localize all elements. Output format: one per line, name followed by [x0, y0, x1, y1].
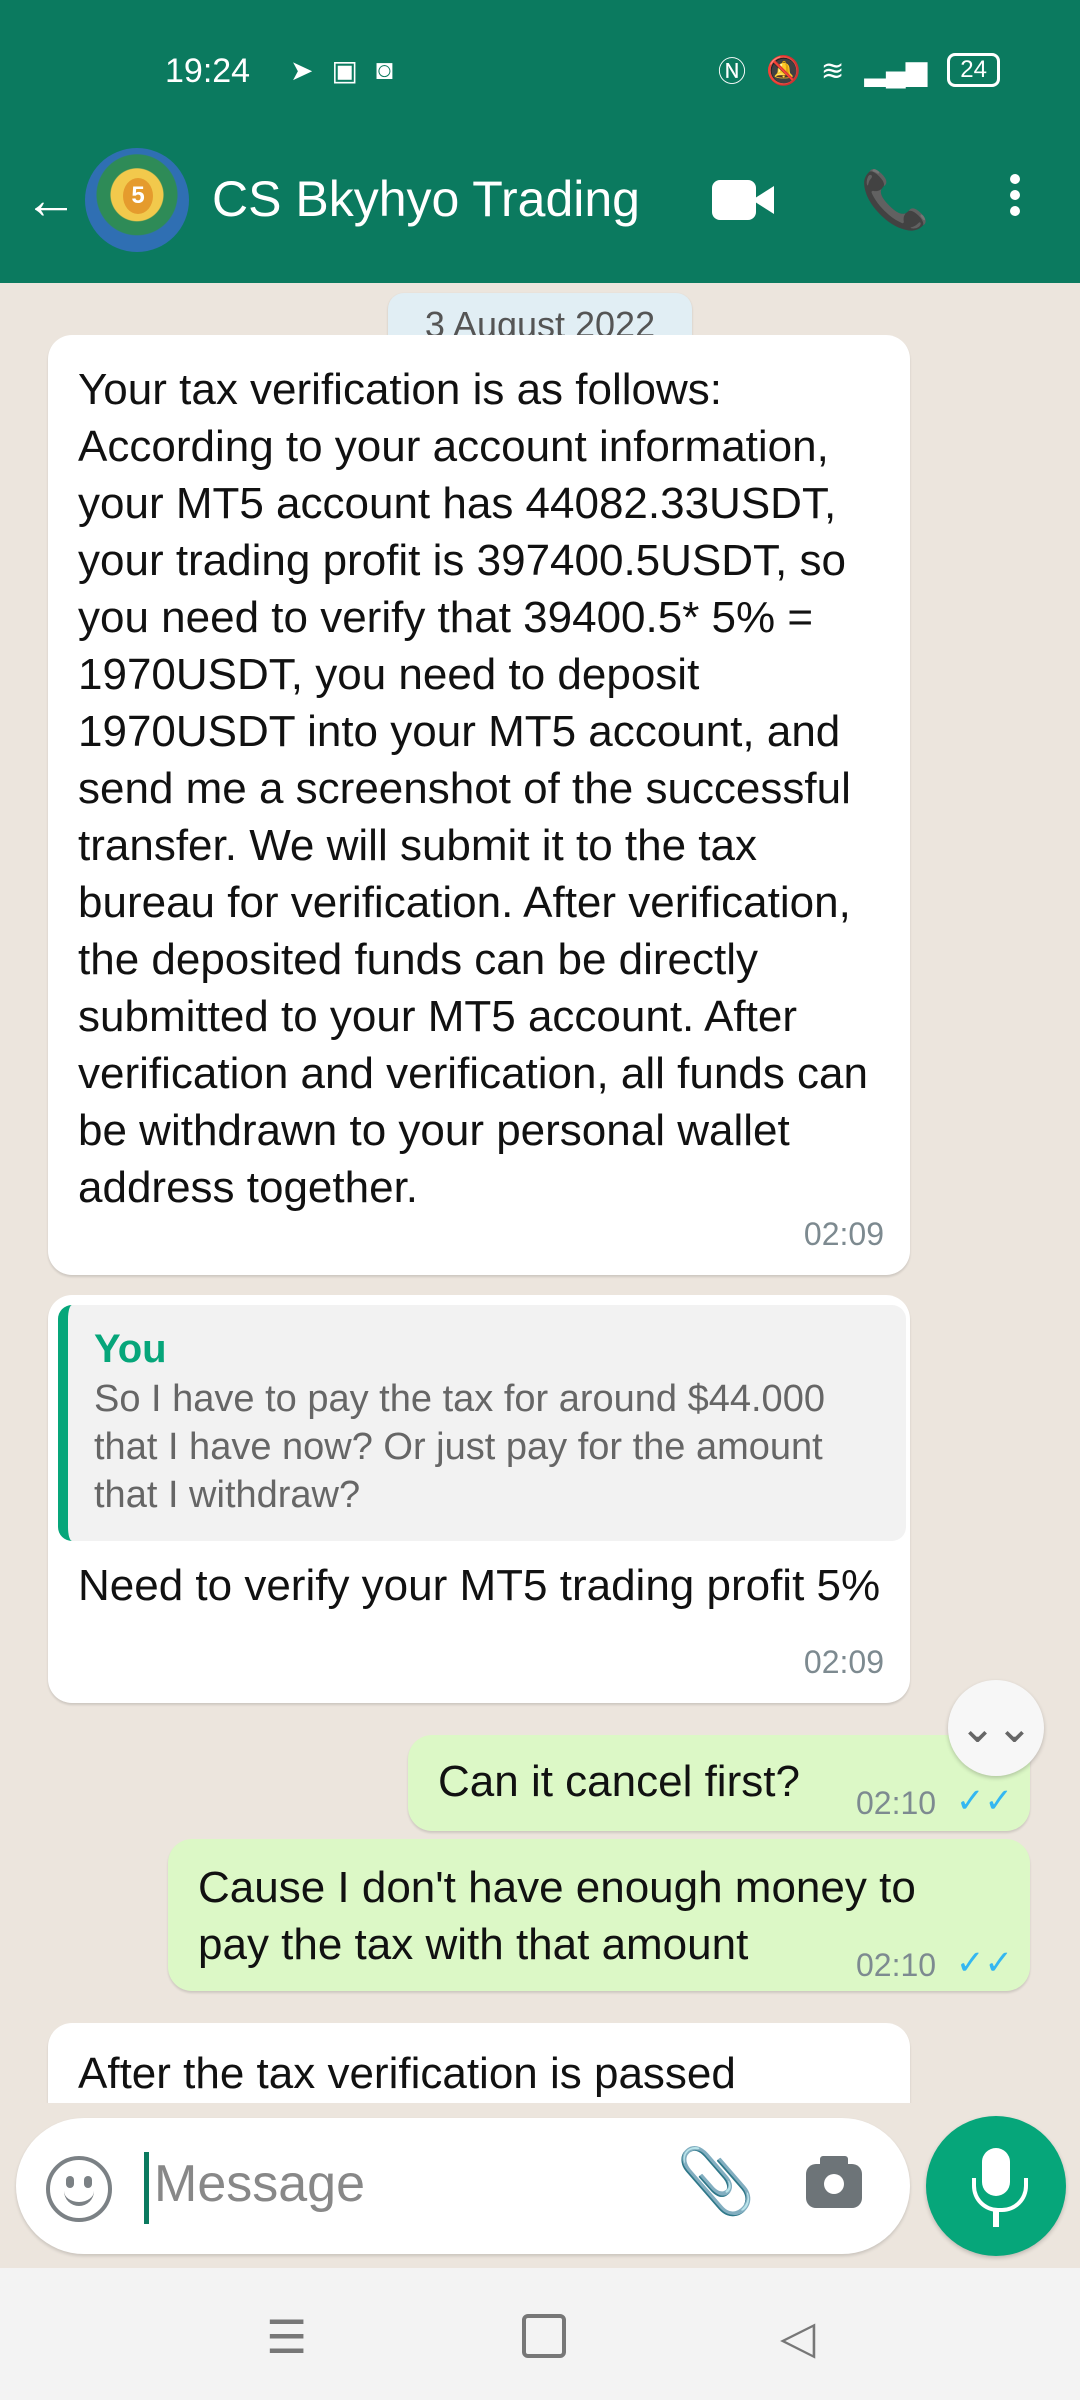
message-input[interactable]: Message	[154, 2154, 365, 2214]
chat-area[interactable]: 3 August 2022 Your tax verification is a…	[0, 283, 1080, 2103]
system-nav-bar: ☰ ◁	[0, 2268, 1080, 2400]
nfc-icon: Ⓝ	[718, 56, 747, 87]
app-bar: 19:24 ➤ ▣ ◙ Ⓝ 🔕 ≋ ▂▄▆ 24 ← 5 CS Bkyhyo T…	[0, 0, 1080, 283]
message-text: After the tax verification is passed	[78, 2049, 736, 2098]
message-bubble-outgoing[interactable]: Cause I don't have enough money to pay t…	[168, 1839, 1030, 1991]
status-left-icons: ➤ ▣ ◙	[290, 54, 393, 87]
recent-apps-icon[interactable]: ☰	[266, 2310, 307, 2364]
message-time: 02:09	[803, 1216, 884, 1252]
message-time: 02:10	[856, 1947, 937, 1983]
status-bar: 19:24 ➤ ▣ ◙ Ⓝ 🔕 ≋ ▂▄▆ 24	[0, 40, 1080, 100]
attach-icon[interactable]: 📎	[676, 2144, 756, 2219]
message-text: Your tax verification is as follows: Acc…	[78, 365, 868, 1212]
contact-avatar[interactable]: 5	[85, 148, 189, 252]
app-icon: ▣	[331, 55, 358, 86]
robot-icon: ◙	[375, 54, 393, 85]
voice-message-button[interactable]	[926, 2116, 1066, 2256]
wifi-icon: ≋	[820, 54, 845, 86]
message-input-bar[interactable]: Message 📎	[16, 2118, 910, 2254]
message-bubble-outgoing[interactable]: Can it cancel first? 02:10 ✓✓	[408, 1735, 1030, 1831]
message-bubble-incoming[interactable]: After the tax verification is passed	[48, 2023, 910, 2103]
message-time: 02:10	[856, 1785, 937, 1821]
telegram-icon: ➤	[290, 55, 314, 86]
message-bubble-incoming[interactable]: Your tax verification is as follows: Acc…	[48, 335, 910, 1275]
avatar-badge: 5	[123, 178, 153, 214]
text-cursor	[144, 2152, 149, 2224]
read-ticks-icon: ✓✓	[956, 1944, 1013, 1982]
read-ticks-icon: ✓✓	[956, 1782, 1013, 1820]
message-bubble-incoming[interactable]: You So I have to pay the tax for around …	[48, 1295, 910, 1703]
voice-call-icon[interactable]: 📞	[860, 168, 930, 232]
scroll-to-bottom-button[interactable]: ⌄⌄	[948, 1680, 1044, 1776]
status-time: 19:24	[165, 52, 251, 90]
emoji-icon[interactable]	[46, 2156, 112, 2222]
back-arrow-icon[interactable]: ←	[24, 170, 78, 230]
camera-icon[interactable]	[806, 2156, 862, 2208]
message-time: 02:09	[803, 1644, 884, 1680]
quote-author: You	[94, 1327, 167, 1371]
status-right-icons: Ⓝ 🔕 ≋ ▂▄▆ 24	[718, 50, 1000, 90]
battery-icon: 24	[947, 53, 1000, 87]
more-options-icon[interactable]	[1000, 168, 1030, 232]
quoted-message[interactable]: You So I have to pay the tax for around …	[58, 1305, 906, 1541]
quote-text: So I have to pay the tax for around $44.…	[94, 1378, 825, 1516]
message-text: Need to verify your MT5 trading profit 5…	[78, 1561, 881, 1610]
system-back-icon[interactable]: ◁	[780, 2310, 815, 2364]
chat-header: ← 5 CS Bkyhyo Trading 📞	[0, 140, 1080, 260]
contact-name[interactable]: CS Bkyhyo Trading	[212, 170, 640, 228]
mute-icon: 🔕	[766, 54, 801, 86]
signal-icon: ▂▄▆	[864, 54, 928, 86]
message-text: Can it cancel first?	[438, 1757, 800, 1806]
home-icon[interactable]	[522, 2314, 566, 2358]
video-call-icon[interactable]	[712, 168, 776, 232]
